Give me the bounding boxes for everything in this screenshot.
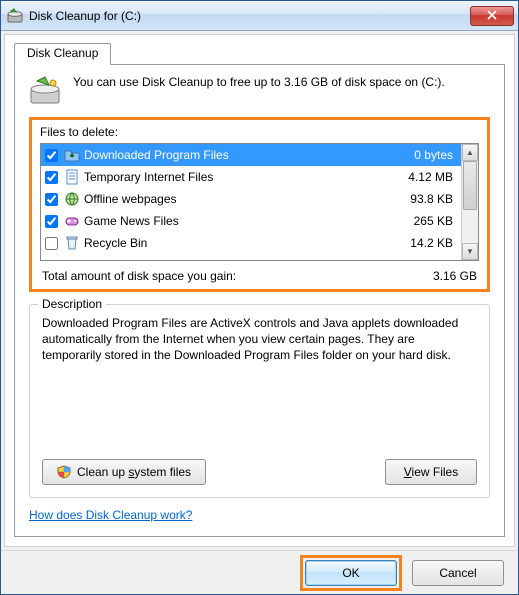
file-row[interactable]: Temporary Internet Files 4.12 MB	[41, 166, 461, 188]
client-area: Disk Cleanup You can use Disk Cleanup to…	[4, 34, 515, 547]
scroll-down-button[interactable]: ▼	[462, 243, 478, 260]
file-size: 4.12 MB	[408, 170, 457, 184]
description-text: Downloaded Program Files are ActiveX con…	[42, 315, 477, 447]
file-checkbox[interactable]	[45, 171, 58, 184]
intro-text: You can use Disk Cleanup to free up to 3…	[73, 75, 445, 107]
file-size: 265 KB	[414, 214, 457, 228]
dialog-window: Disk Cleanup for (C:) Disk Cleanup You c…	[0, 0, 519, 595]
file-type-icon	[64, 147, 80, 163]
files-to-delete-label: Files to delete:	[40, 125, 479, 139]
file-row[interactable]: Game News Files 265 KB	[41, 210, 461, 232]
tab-page: You can use Disk Cleanup to free up to 3…	[14, 64, 505, 537]
cancel-button[interactable]: Cancel	[412, 560, 504, 586]
file-checkbox[interactable]	[45, 193, 58, 206]
disk-cleanup-icon	[29, 75, 61, 107]
shield-icon	[57, 465, 71, 479]
file-name: Game News Files	[84, 214, 410, 228]
scrollbar[interactable]: ▲ ▼	[461, 144, 478, 260]
total-row: Total amount of disk space you gain: 3.1…	[40, 269, 479, 283]
scroll-up-button[interactable]: ▲	[462, 144, 478, 161]
description-groupbox: Description Downloaded Program Files are…	[29, 304, 490, 498]
view-files-button[interactable]: View Files	[385, 459, 477, 485]
files-listbox[interactable]: Downloaded Program Files 0 bytes Temporary…	[40, 143, 479, 261]
files-highlight: Files to delete: Downloaded Program File…	[29, 117, 490, 292]
ok-button[interactable]: OK	[305, 560, 397, 586]
file-size: 14.2 KB	[410, 236, 457, 250]
footer: OK Cancel	[1, 550, 518, 594]
app-icon	[7, 8, 23, 24]
help-link[interactable]: How does Disk Cleanup work?	[29, 508, 490, 522]
scroll-track[interactable]	[462, 161, 478, 243]
file-checkbox[interactable]	[45, 215, 58, 228]
file-row[interactable]: Offline webpages 93.8 KB	[41, 188, 461, 210]
file-size: 93.8 KB	[410, 192, 457, 206]
description-buttons: Clean up system files View Files	[42, 459, 477, 485]
file-size: 0 bytes	[414, 148, 457, 162]
file-name: Recycle Bin	[84, 236, 406, 250]
description-legend: Description	[38, 297, 106, 311]
file-name: Downloaded Program Files	[84, 148, 410, 162]
tab-disk-cleanup[interactable]: Disk Cleanup	[14, 43, 111, 65]
close-icon	[487, 9, 497, 23]
file-name: Temporary Internet Files	[84, 170, 404, 184]
file-name: Offline webpages	[84, 192, 406, 206]
scroll-thumb[interactable]	[463, 161, 477, 210]
close-button[interactable]	[470, 6, 514, 26]
file-row[interactable]: Downloaded Program Files 0 bytes	[41, 144, 461, 166]
file-type-icon	[64, 169, 80, 185]
ok-highlight: OK	[300, 555, 402, 591]
total-label: Total amount of disk space you gain:	[42, 269, 236, 283]
file-type-icon	[64, 191, 80, 207]
file-type-icon	[64, 235, 80, 251]
titlebar: Disk Cleanup for (C:)	[1, 1, 518, 31]
file-checkbox[interactable]	[45, 149, 58, 162]
intro-row: You can use Disk Cleanup to free up to 3…	[29, 75, 490, 107]
file-type-icon	[64, 213, 80, 229]
total-value: 3.16 GB	[433, 269, 477, 283]
cleanup-system-files-label: Clean up system files	[77, 465, 191, 479]
window-title: Disk Cleanup for (C:)	[29, 9, 470, 23]
file-row[interactable]: Recycle Bin 14.2 KB	[41, 232, 461, 254]
cleanup-system-files-button[interactable]: Clean up system files	[42, 459, 206, 485]
tab-row: Disk Cleanup	[14, 42, 505, 64]
view-files-label: View Files	[404, 465, 458, 479]
file-checkbox[interactable]	[45, 237, 58, 250]
